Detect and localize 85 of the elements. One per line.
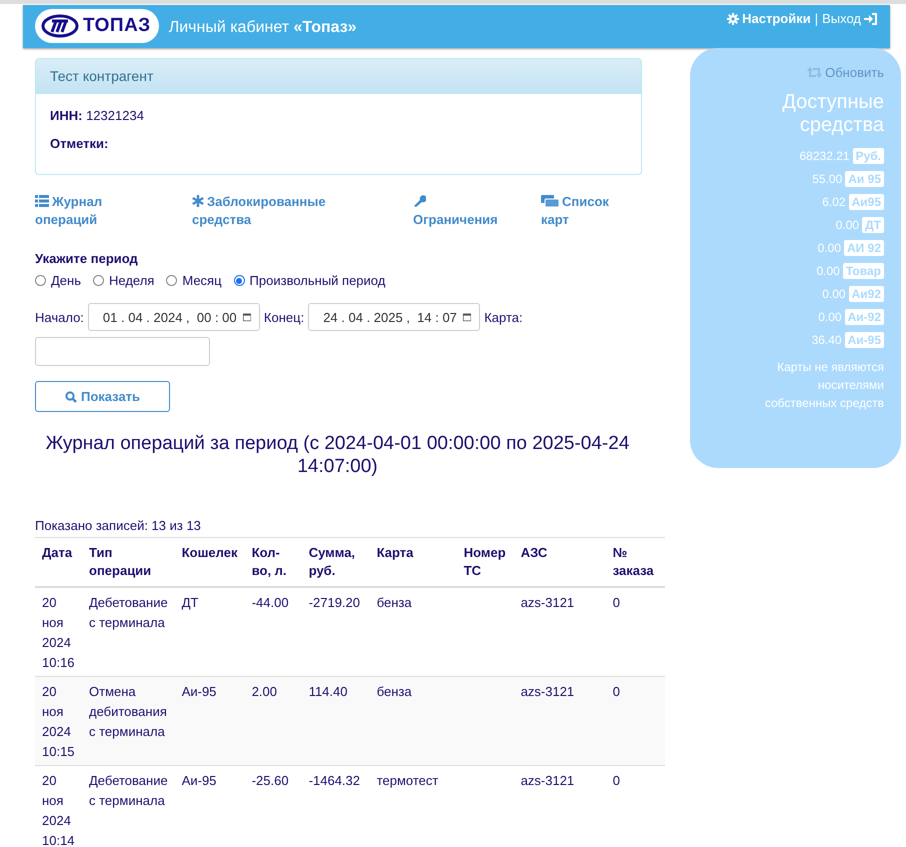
period-radio[interactable]: Неделя xyxy=(93,273,154,288)
inn-text: ИНН: 12321234 xyxy=(50,108,145,123)
gear-icon xyxy=(727,12,740,24)
balance-amount: 36.40 xyxy=(812,333,842,347)
show-button[interactable]: Показать xyxy=(35,381,170,412)
table-cell: 114.40 xyxy=(302,676,370,766)
card-field[interactable] xyxy=(35,337,210,366)
balance-title: Доступные средства xyxy=(781,91,884,137)
logo[interactable]: ТОПАЗ xyxy=(35,9,159,43)
balance-amount: 68232.21 xyxy=(800,149,850,163)
balance-amount: 6.02 xyxy=(822,195,846,209)
asterisk-icon xyxy=(192,195,204,207)
start-label: Начало: xyxy=(35,310,84,324)
separator: | xyxy=(814,11,818,26)
nav-link[interactable]: Заблокированные средства xyxy=(192,193,342,229)
table-cell: Аи-95 xyxy=(174,676,245,766)
table-cell: 0 xyxy=(606,676,665,766)
table-cell: бенза xyxy=(370,676,457,766)
fuel-label: Аи92 xyxy=(848,286,884,302)
column-header[interactable]: АЗС xyxy=(514,538,606,587)
radio-icon[interactable] xyxy=(166,275,178,286)
table-cell: Дебетование с терминала xyxy=(82,766,175,847)
table-cell: Отмена дебитования с терминала xyxy=(82,676,175,766)
wrench-icon xyxy=(413,194,426,207)
table-cell: -1464.32 xyxy=(302,766,370,847)
column-header[interactable]: Карта xyxy=(370,538,457,587)
fuel-label: Руб. xyxy=(852,148,884,164)
balance-amount: 55.00 xyxy=(812,172,842,186)
list-icon xyxy=(35,195,49,207)
fuel-label: Аи 95 xyxy=(845,171,884,187)
balance-amount: 0.00 xyxy=(818,310,842,324)
balance-note: Карты не являются носителями собственных средств xyxy=(764,359,884,412)
table-cell: 20 ноя 2024 10:15 xyxy=(35,676,82,766)
radio-icon[interactable] xyxy=(234,275,245,286)
period-radio[interactable]: День xyxy=(35,273,81,288)
balance-amount: 0.00 xyxy=(816,264,840,278)
nav-link[interactable]: Список карт xyxy=(541,193,626,229)
table-cell: azs-3121 xyxy=(514,676,606,766)
calendar-icon xyxy=(462,311,472,323)
logout-icon xyxy=(864,12,878,24)
refresh-icon xyxy=(807,67,822,78)
fuel-label: Товар xyxy=(842,263,884,279)
start-date-field[interactable]: 01 . 04 . 2024 , 00 : 00 xyxy=(88,303,260,331)
search-icon xyxy=(64,390,77,402)
site-title: Личный кабинет «Топаз» xyxy=(168,19,357,37)
table-cell: Аи-95 xyxy=(174,766,245,847)
column-header[interactable]: Сумма, руб. xyxy=(302,538,370,587)
end-date-field[interactable]: 24 . 04 . 2025 , 14 : 07 xyxy=(308,303,480,331)
records-count: Показано записей: 13 из 13 xyxy=(35,518,202,533)
table-cell: 2.00 xyxy=(244,676,302,766)
table-cell: -25.60 xyxy=(244,766,302,847)
fuel-label: ДТ xyxy=(862,217,884,233)
fuel-label: Аи-92 xyxy=(844,309,884,325)
report-title: Журнал операций за период (с 2024-04-01 00:00:00 по 2025-04-24 14:07:00) xyxy=(44,432,630,478)
period-radio[interactable]: Произвольный период xyxy=(234,273,386,288)
period-radio[interactable]: Месяц xyxy=(166,273,222,288)
radio-icon[interactable] xyxy=(93,275,104,286)
column-header[interactable]: № заказа xyxy=(606,538,665,587)
column-header[interactable]: Тип операции xyxy=(82,538,175,587)
column-header[interactable]: Номер ТС xyxy=(456,538,514,587)
card-label: Карта: xyxy=(484,310,523,324)
fuel-label: Аи95 xyxy=(848,194,884,210)
table-cell: термотест xyxy=(370,766,457,847)
column-header[interactable]: Дата xyxy=(35,538,82,587)
table-cell: azs-3121 xyxy=(514,766,606,847)
balance-amount: 0.00 xyxy=(818,241,842,255)
table-cell: 0 xyxy=(606,766,665,847)
end-label: Конец: xyxy=(264,310,304,324)
table-cell: 20 ноя 2024 10:14 xyxy=(35,766,82,847)
column-header[interactable]: Кол-во, л. xyxy=(244,538,302,587)
period-label: Укажите период xyxy=(35,251,139,266)
cards-icon xyxy=(541,195,559,207)
notes-label: Отметки: xyxy=(50,136,110,151)
panel-title: Тест контрагент xyxy=(36,59,641,94)
fuel-label: АИ 92 xyxy=(844,240,884,256)
logo-icon xyxy=(41,14,79,38)
column-header[interactable]: Кошелек xyxy=(174,538,245,587)
nav-link[interactable]: Журнал операций xyxy=(35,193,135,229)
nav-link[interactable]: Ограничения xyxy=(413,193,513,229)
fuel-label: Аи-95 xyxy=(844,332,884,348)
radio-icon[interactable] xyxy=(35,275,46,286)
balance-amount: 0.00 xyxy=(836,218,860,232)
balance-amount: 0.00 xyxy=(822,287,846,301)
calendar-icon xyxy=(242,311,251,323)
logo-text: ТОПАЗ xyxy=(83,15,151,37)
